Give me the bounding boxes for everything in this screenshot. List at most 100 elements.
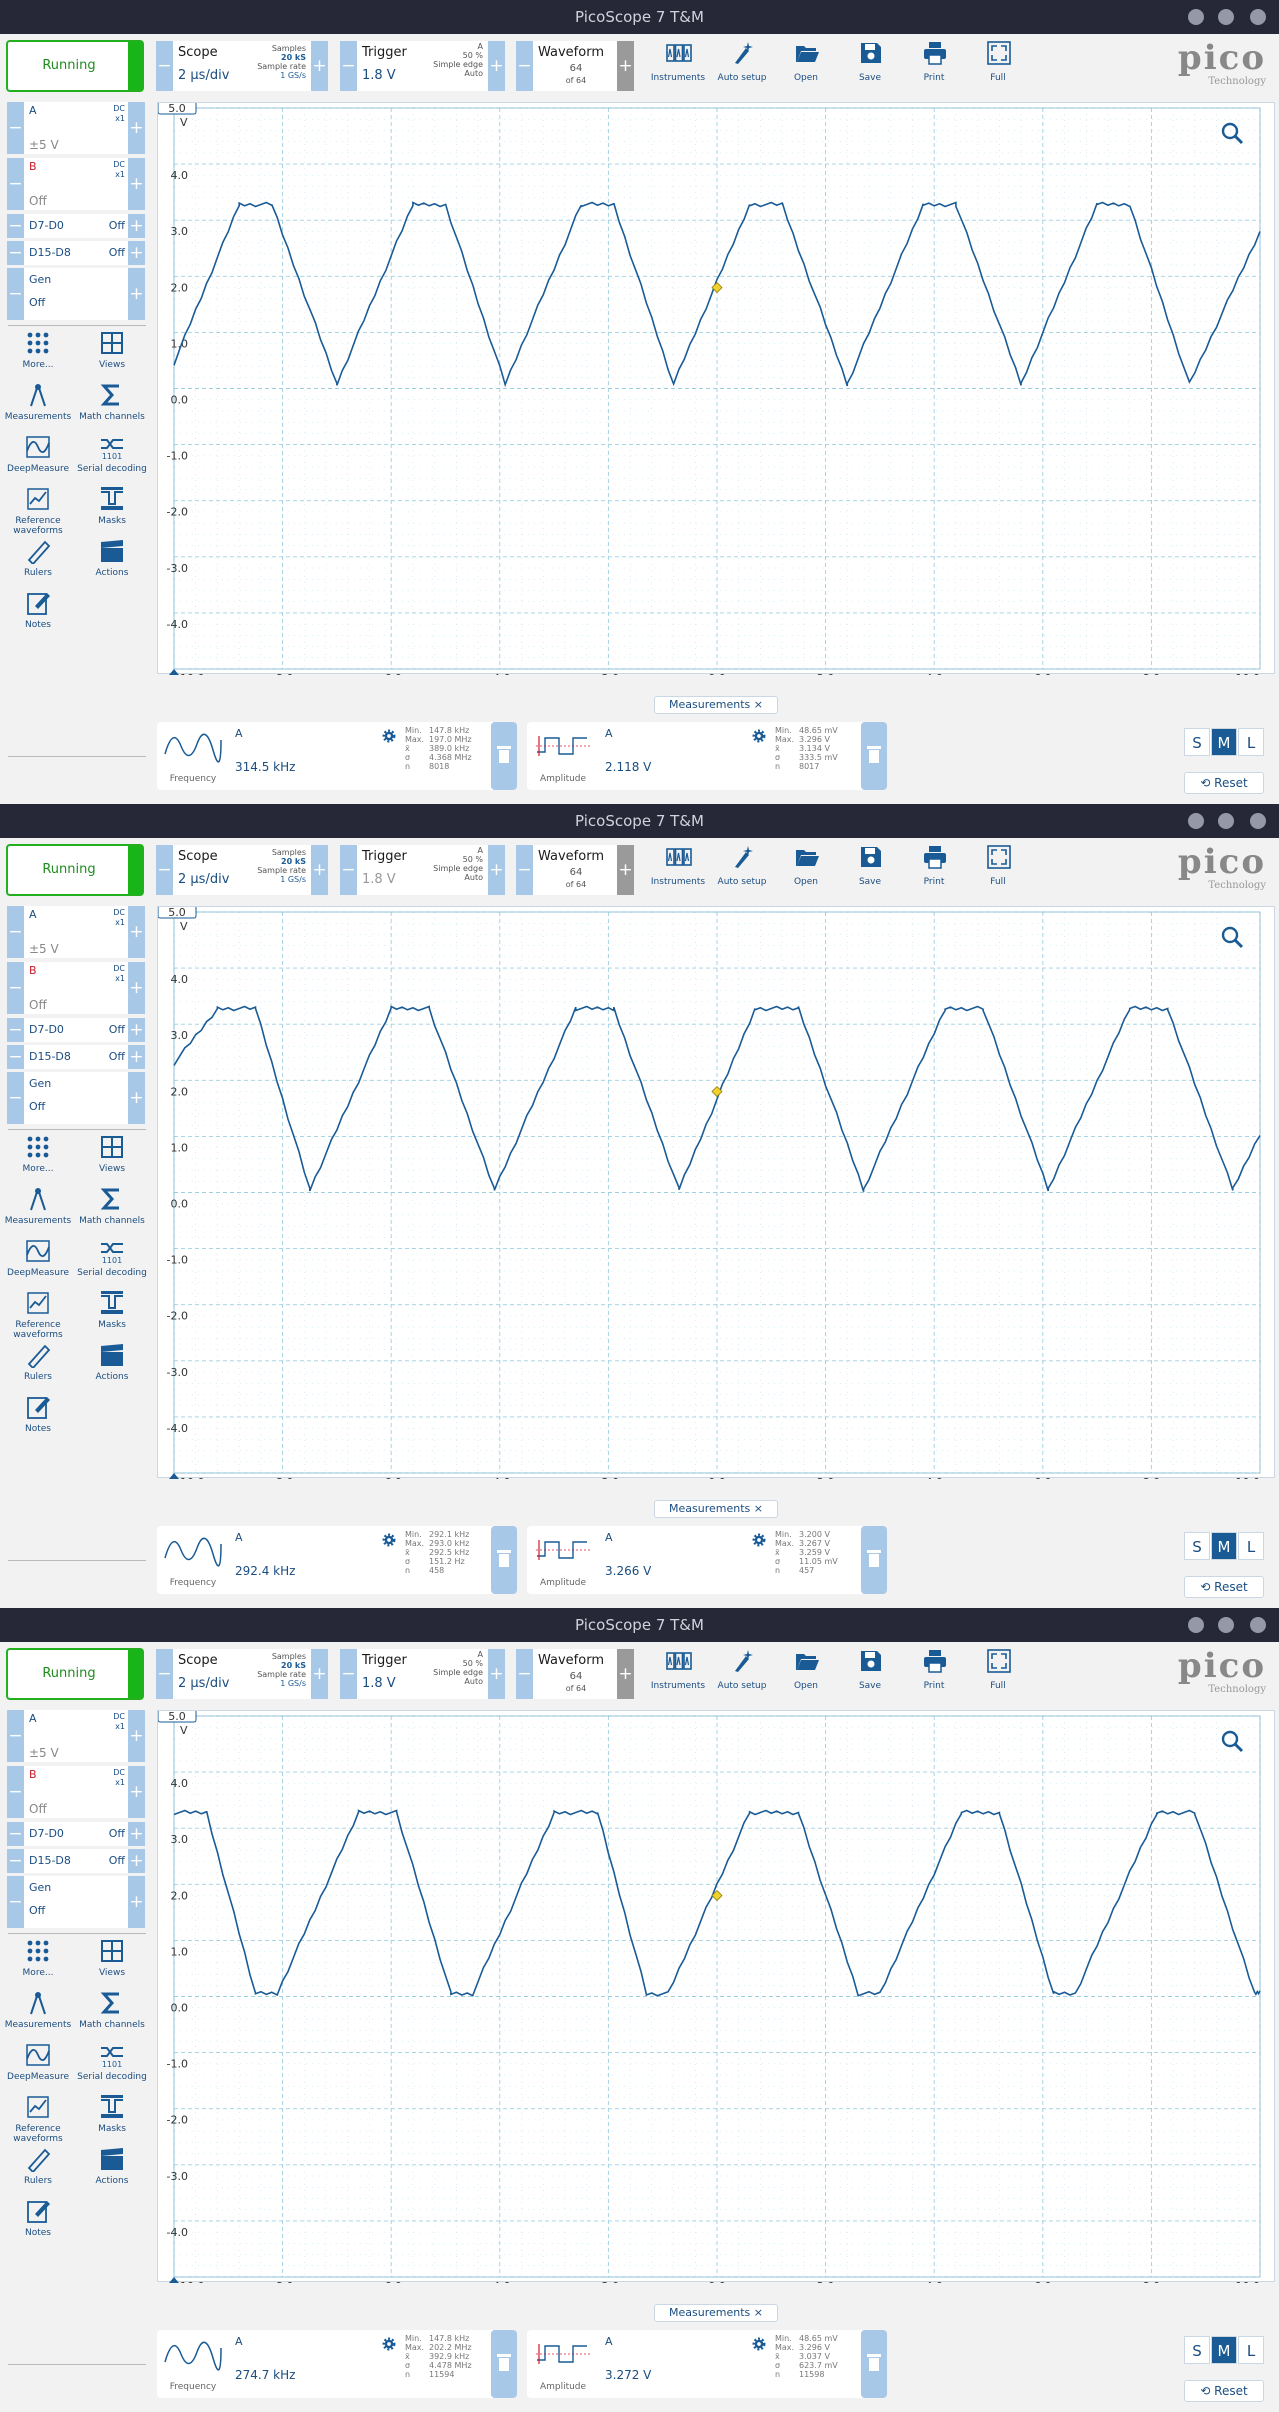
measurements-tab[interactable]: Measurements × [654,1500,778,1518]
toolbar-instruments-button[interactable]: Instruments [648,844,708,900]
digital-d15-d8-control[interactable]: − + D15-D8 Off [7,1045,145,1069]
channel-b-decrease-button[interactable]: − [7,962,24,1014]
maximize-window-button[interactable] [1218,1617,1234,1633]
toolbar-print-button[interactable]: Print [904,844,964,900]
scope-plot[interactable]: 5.04.03.02.01.00.0-1.0-2.0-3.0-4.0-5.0V-… [157,1710,1275,2283]
toolbar-open-button[interactable]: Open [776,40,836,96]
digital-d15-d8-control[interactable]: − + D15-D8 Off [7,241,145,265]
size-s-button[interactable]: S [1184,1532,1210,1560]
generator-increase-button[interactable]: + [128,268,145,320]
tool-views-button[interactable]: Views [76,328,148,380]
digital-d15-d8-decrease-button[interactable]: − [7,1849,24,1873]
channel-b-increase-button[interactable]: + [128,158,145,210]
channel-a-decrease-button[interactable]: − [7,102,24,154]
tool-actions-button[interactable]: Actions [76,1340,148,1392]
scope-timebase-control-increase-button[interactable]: + [311,845,328,895]
minimize-window-button[interactable] [1188,1617,1204,1633]
generator-decrease-button[interactable]: − [7,1876,24,1928]
size-m-button[interactable]: M [1211,728,1237,756]
toolbar-instruments-button[interactable]: Instruments [648,40,708,96]
measurement-card-frequency[interactable]: Frequency A 274.7 kHz Min. 147.8 kHz Max. 202.… [157,2330,517,2398]
delete-measurement-button[interactable] [861,722,887,790]
reset-button[interactable]: ⟲ Reset [1184,772,1264,794]
size-l-button[interactable]: L [1238,1532,1264,1560]
timebase-value[interactable]: 2 µs/div [178,68,229,83]
maximize-window-button[interactable] [1218,9,1234,25]
tool-measurements-button[interactable]: Measurements [2,380,74,432]
digital-d15-d8-decrease-button[interactable]: − [7,241,24,265]
size-l-button[interactable]: L [1238,2336,1264,2364]
toolbar-print-button[interactable]: Print [904,40,964,96]
tool-more-button[interactable]: More... [2,328,74,380]
trigger-control-decrease-button[interactable]: − [340,1649,357,1699]
tool-actions-button[interactable]: Actions [76,2144,148,2196]
size-l-button[interactable]: L [1238,728,1264,756]
tool-more-button[interactable]: More... [2,1132,74,1184]
magnifier-icon[interactable] [1221,1730,1244,1753]
trigger-control-increase-button[interactable]: + [488,1649,505,1699]
size-s-button[interactable]: S [1184,728,1210,756]
digital-d15-d8-increase-button[interactable]: + [128,1045,145,1069]
tool-reference-waveforms-button[interactable]: Reference waveforms [2,2092,74,2144]
run-stop-button[interactable]: Running [6,844,144,896]
magnifier-icon[interactable] [1221,122,1244,145]
delete-measurement-button[interactable] [491,2330,517,2398]
measurement-card-frequency[interactable]: Frequency A 292.4 kHz Min. 292.1 kHz Max. 293.… [157,1526,517,1594]
channel-a-control[interactable]: − + A DC x1 ±5 V [7,1710,145,1762]
trigger-control-increase-button[interactable]: + [488,41,505,91]
tool-notes-button[interactable]: Notes [2,2196,74,2248]
tool-rulers-button[interactable]: Rulers [2,536,74,588]
delete-measurement-button[interactable] [861,1526,887,1594]
settings-gear-icon[interactable] [751,1532,767,1548]
generator-control[interactable]: − + Gen Off [7,1876,145,1928]
scope-timebase-control-increase-button[interactable]: + [311,1649,328,1699]
delete-measurement-button[interactable] [491,722,517,790]
toolbar-auto-setup-button[interactable]: Auto setup [712,40,772,96]
trigger-level-value[interactable]: 1.8 V [362,1676,396,1691]
run-stop-button[interactable]: Running [6,1648,144,1700]
channel-a-decrease-button[interactable]: − [7,1710,24,1762]
channel-b-increase-button[interactable]: + [128,962,145,1014]
channel-b-increase-button[interactable]: + [128,1766,145,1818]
digital-d15-d8-increase-button[interactable]: + [128,241,145,265]
channel-b-decrease-button[interactable]: − [7,1766,24,1818]
waveform-buffer-control-increase-button[interactable]: + [617,41,634,91]
waveform-buffer-control-decrease-button[interactable]: − [516,1649,533,1699]
generator-control[interactable]: − + Gen Off [7,268,145,320]
magnifier-icon[interactable] [1221,926,1244,949]
toolbar-save-button[interactable]: Save [840,1648,900,1704]
minimize-window-button[interactable] [1188,813,1204,829]
tool-math-channels-button[interactable]: Math channels [76,380,148,432]
toolbar-auto-setup-button[interactable]: Auto setup [712,1648,772,1704]
size-m-button[interactable]: M [1211,2336,1237,2364]
trigger-control-decrease-button[interactable]: − [340,845,357,895]
toolbar-save-button[interactable]: Save [840,40,900,96]
toolbar-save-button[interactable]: Save [840,844,900,900]
reset-button[interactable]: ⟲ Reset [1184,2380,1264,2402]
toolbar-print-button[interactable]: Print [904,1648,964,1704]
run-stop-button[interactable]: Running [6,40,144,92]
channel-a-increase-button[interactable]: + [128,1710,145,1762]
trigger-control-increase-button[interactable]: + [488,845,505,895]
measurement-card-amplitude[interactable]: Amplitude A 3.272 V Min. 48.65 mV Max. 3.296 V… [527,2330,887,2398]
timebase-value[interactable]: 2 µs/div [178,1676,229,1691]
timebase-value[interactable]: 2 µs/div [178,872,229,887]
scope-timebase-control-decrease-button[interactable]: − [156,1649,173,1699]
tool-serial-decoding-button[interactable]: 1101 Serial decoding [76,432,148,484]
toolbar-auto-setup-button[interactable]: Auto setup [712,844,772,900]
channel-a-increase-button[interactable]: + [128,906,145,958]
generator-decrease-button[interactable]: − [7,1072,24,1124]
generator-decrease-button[interactable]: − [7,268,24,320]
channel-a-control[interactable]: − + A DC x1 ±5 V [7,906,145,958]
digital-d15-d8-control[interactable]: − + D15-D8 Off [7,1849,145,1873]
digital-d7-d0-decrease-button[interactable]: − [7,1822,24,1846]
toolbar-open-button[interactable]: Open [776,844,836,900]
tool-views-button[interactable]: Views [76,1936,148,1988]
channel-a-increase-button[interactable]: + [128,102,145,154]
channel-a-control[interactable]: − + A DC x1 ±5 V [7,102,145,154]
tool-reference-waveforms-button[interactable]: Reference waveforms [2,1288,74,1340]
tool-deepmeasure-button[interactable]: DeepMeasure [2,1236,74,1288]
close-window-button[interactable] [1250,813,1266,829]
tool-deepmeasure-button[interactable]: DeepMeasure [2,432,74,484]
waveform-buffer-control-increase-button[interactable]: + [617,1649,634,1699]
